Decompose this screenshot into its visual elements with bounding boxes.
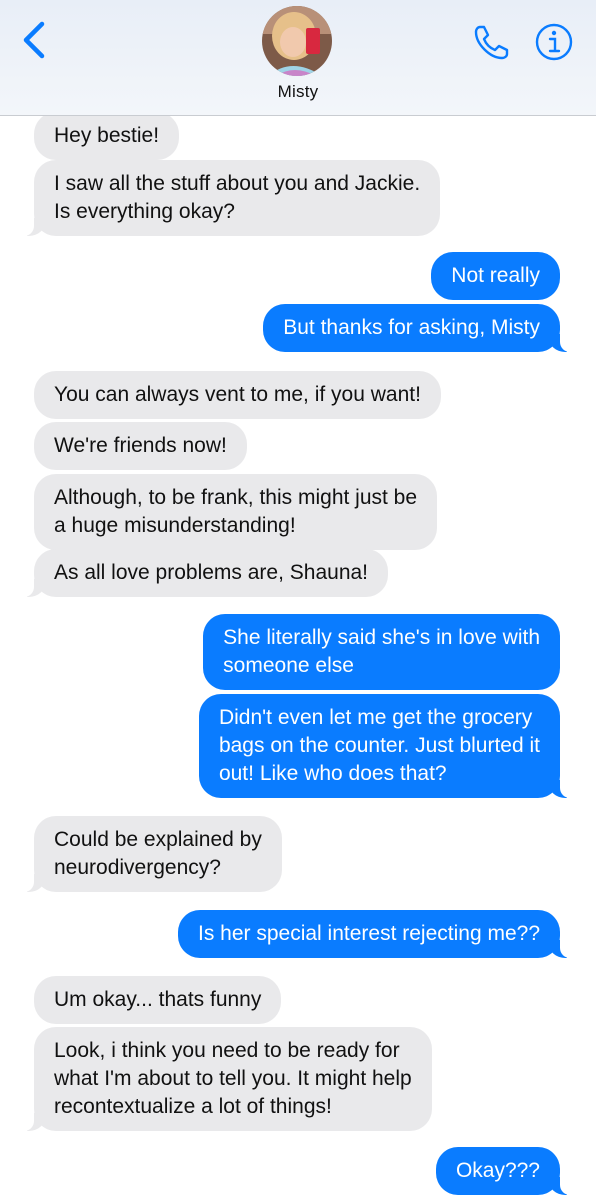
message-text: She literally said she's in love with [223,626,540,649]
avatar[interactable] [262,6,332,76]
contact-name[interactable]: Misty [0,82,596,102]
message-text: what I'm about to tell you. It might hel… [54,1067,412,1090]
message-text: You can always vent to me, if you want! [54,383,421,406]
message-bubble-outgoing[interactable]: Is her special interest rejecting me?? [178,910,570,958]
message-bubble-outgoing[interactable]: Okay??? [435,1147,571,1195]
back-button[interactable] [18,20,54,60]
message-bubble-incoming[interactable]: I saw all the stuff about you and Jackie… [23,160,441,236]
avatar-photo [262,6,332,76]
message-text: Not really [451,264,540,287]
phone-icon [474,25,509,60]
info-button[interactable] [534,22,574,62]
message-text: I saw all the stuff about you and Jackie… [54,172,421,195]
message-text: Is everything okay? [54,200,235,223]
message-bubble-incoming[interactable]: Although, to be frank, this might just b… [34,474,438,550]
conversation-screen: Misty Hey bestie! I saw all the stuff ab… [0,0,596,1200]
message-text: Could be explained by [54,828,262,851]
message-text: bags on the counter. Just blurted it [218,734,540,757]
message-text: a huge misunderstanding! [54,514,296,537]
message-text: Okay??? [455,1159,540,1182]
call-button[interactable] [472,22,512,62]
message-text: But thanks for asking, Misty [283,316,540,339]
info-icon [535,23,573,61]
message-bubble-incoming[interactable]: Could be explained by neurodivergency? [24,816,282,892]
message-text: neurodivergency? [54,856,221,879]
message-text: recontextualize a lot of things! [54,1095,332,1118]
message-bubble-outgoing[interactable]: She literally said she's in love with so… [203,614,560,690]
message-text: Um okay... thats funny [54,988,262,1011]
chevron-left-icon [23,21,45,59]
message-bubble-incoming[interactable]: You can always vent to me, if you want! [34,371,441,419]
message-text: Didn't even let me get the grocery [218,706,533,729]
message-text: out! Like who does that? [218,762,447,785]
message-bubble-incoming[interactable]: Um okay... thats funny [34,976,282,1024]
message-text: We're friends now! [54,434,227,457]
message-bubble-outgoing[interactable]: Not really [431,252,560,300]
message-text: Is her special interest rejecting me?? [198,922,540,945]
message-text: someone else [223,654,354,677]
message-bubble-outgoing[interactable]: But thanks for asking, Misty [263,304,570,352]
message-text: Hey bestie! [54,124,160,147]
message-bubble-outgoing[interactable]: Didn't even let me get the grocery bags … [198,694,571,798]
message-bubble-incoming[interactable]: As all love problems are, Shauna! [23,549,389,597]
message-text: As all love problems are, Shauna! [54,561,369,584]
message-text: Although, to be frank, this might just b… [54,486,418,509]
message-text: Look, i think you need to be ready for [54,1039,400,1062]
message-bubble-incoming[interactable]: Look, i think you need to be ready for w… [24,1027,432,1131]
conversation-header: Misty [0,0,596,116]
message-bubble-incoming[interactable]: We're friends now! [34,422,247,470]
message-bubble-incoming[interactable]: Hey bestie! [34,112,180,160]
